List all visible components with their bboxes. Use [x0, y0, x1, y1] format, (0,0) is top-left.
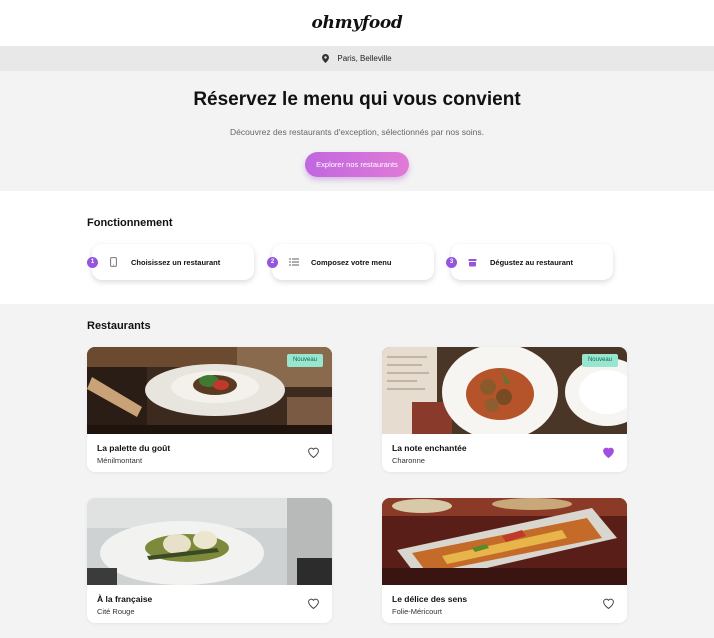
restaurant-area: Charonne	[392, 456, 425, 465]
restaurant-area: Folie-Méricourt	[392, 607, 443, 616]
explore-restaurants-button[interactable]: Explorer nos restaurants	[305, 152, 409, 177]
restaurant-card[interactable]: Nouveau La palette du goût Ménilmontant	[87, 347, 332, 472]
site-header: ohmyfood	[0, 0, 714, 46]
restaurant-name: Le délice des sens	[392, 594, 468, 604]
heart-icon[interactable]	[602, 445, 615, 459]
heart-icon[interactable]	[307, 596, 320, 610]
restaurant-photo: Nouveau	[382, 347, 627, 434]
restaurants-section: Restaurants Nouveau La palette du goût M…	[0, 304, 714, 638]
restaurant-name: La note enchantée	[392, 443, 467, 453]
new-badge: Nouveau	[581, 354, 618, 367]
hero-title: Réservez le menu qui vous convient	[193, 89, 521, 110]
list-icon	[288, 258, 299, 266]
hero-section: Réservez le menu qui vous convient Décou…	[0, 71, 714, 191]
step-number: 3	[446, 257, 457, 268]
restaurants-title: Restaurants	[87, 320, 151, 332]
restaurant-card[interactable]: À la française Cité Rouge	[87, 498, 332, 623]
step-label: Composez votre menu	[311, 257, 392, 267]
restaurant-area: Ménilmontant	[97, 456, 143, 465]
how-it-works-section: Fonctionnement 1 Choisissez un restauran…	[0, 191, 714, 304]
mobile-phone-icon	[108, 257, 119, 267]
restaurant-name: À la française	[97, 594, 153, 604]
restaurant-card[interactable]: Le délice des sens Folie-Méricourt	[382, 498, 627, 623]
location-label: Paris, Belleville	[337, 54, 392, 63]
hero-subtitle: Découvrez des restaurants d'exception, s…	[230, 127, 484, 137]
heart-icon[interactable]	[602, 596, 615, 610]
restaurant-photo: Nouveau	[87, 347, 332, 434]
restaurant-area: Cité Rouge	[97, 607, 135, 616]
brand-logo[interactable]: ohmyfood	[311, 13, 402, 33]
step-number: 1	[87, 257, 98, 268]
restaurant-photo	[87, 498, 332, 585]
restaurant-photo	[382, 498, 627, 585]
restaurant-name: La palette du goût	[97, 443, 171, 453]
location-pin-icon	[322, 54, 330, 63]
step-enjoy-restaurant: 3 Dégustez au restaurant	[446, 244, 613, 280]
step-compose-menu: 2 Composez votre menu	[267, 244, 434, 280]
new-badge: Nouveau	[286, 354, 323, 367]
step-label: Choisissez un restaurant	[131, 257, 221, 267]
step-label: Dégustez au restaurant	[490, 257, 573, 267]
location-bar[interactable]: Paris, Belleville	[0, 46, 714, 71]
step-number: 2	[267, 257, 278, 268]
heart-icon[interactable]	[307, 445, 320, 459]
restaurant-card[interactable]: Nouveau La note enchantée Charonne	[382, 347, 627, 472]
food-bowl-icon	[467, 258, 478, 267]
step-choose-restaurant: 1 Choisissez un restaurant	[87, 244, 254, 280]
how-it-works-title: Fonctionnement	[87, 217, 173, 229]
